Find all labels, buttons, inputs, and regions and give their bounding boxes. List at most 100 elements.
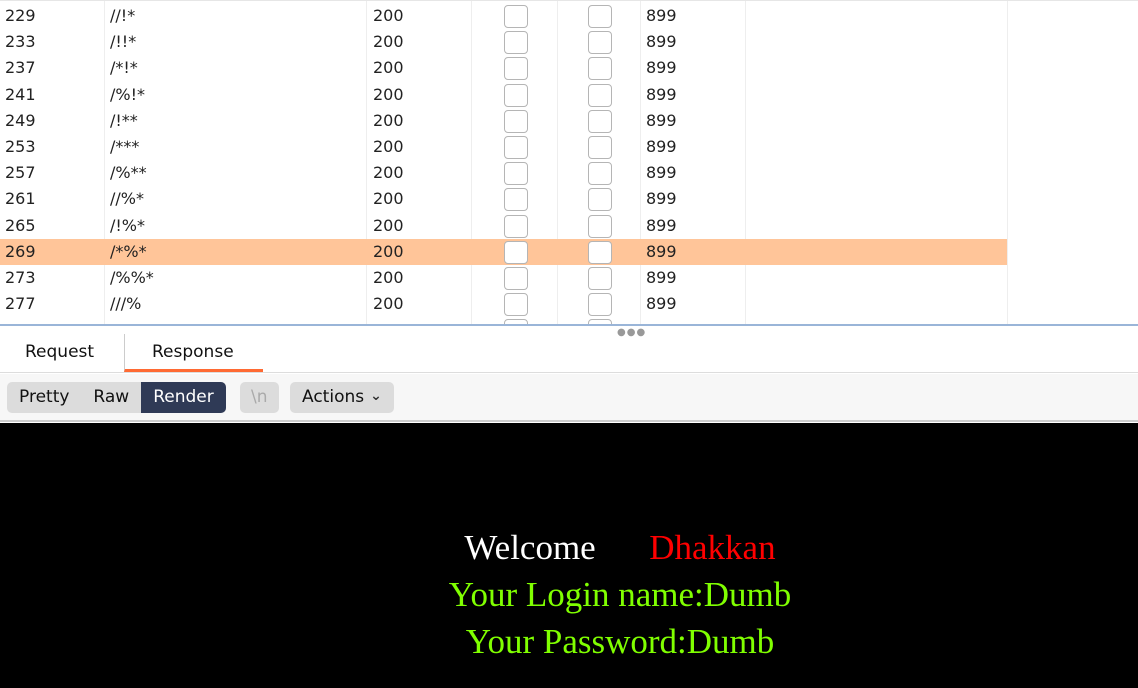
payload: /!%* (110, 215, 146, 235)
timeout-checkbox[interactable] (588, 162, 612, 186)
table-row[interactable]: 253 /*** 200 899 (0, 134, 1138, 160)
response-length: 899 (646, 137, 677, 156)
status-code: 200 (373, 163, 404, 183)
timeout-checkbox[interactable] (588, 109, 612, 133)
table-row[interactable]: 257 /%** 200 899 (0, 160, 1138, 186)
response-length: 899 (646, 189, 677, 209)
status-code: 200 (373, 294, 404, 314)
login-name-text: Your Login name:Dumb (448, 575, 792, 614)
request-id: 277 (5, 294, 36, 314)
payload: /%!* (110, 84, 146, 104)
pretty-button[interactable]: Pretty (7, 382, 81, 413)
status-code: 200 (373, 6, 404, 25)
request-id: 249 (5, 110, 36, 130)
response-length: 899 (646, 84, 677, 104)
chevron-down-icon: ⌄ (370, 388, 382, 404)
request-id: 237 (5, 58, 36, 78)
request-id: 265 (5, 215, 36, 235)
response-toolbar: Pretty Raw Render \n Actions ⌄ (0, 374, 1138, 422)
payload: /%%* (110, 268, 154, 287)
error-checkbox[interactable] (504, 240, 528, 264)
rendered-response: Welcome Dhakkan Your Login name:Dumb You… (0, 423, 1138, 688)
payload: //!* (110, 6, 136, 25)
payload: /*** (110, 137, 140, 156)
payload: ///% (110, 294, 142, 314)
error-checkbox[interactable] (504, 31, 528, 55)
status-code: 200 (373, 110, 404, 130)
request-id: 261 (5, 189, 36, 209)
timeout-checkbox[interactable] (588, 5, 612, 28)
newline-label: \n (251, 387, 268, 407)
timeout-checkbox[interactable] (588, 57, 612, 81)
request-id: 229 (5, 6, 36, 25)
timeout-checkbox[interactable] (588, 136, 612, 159)
request-id: 241 (5, 84, 36, 104)
error-checkbox[interactable] (504, 57, 528, 81)
response-length: 899 (646, 294, 677, 314)
results-table: 229 //!* 200 899 233 /!!* 200 899 237 /*… (0, 0, 1138, 324)
timeout-checkbox[interactable] (588, 240, 612, 264)
response-length: 899 (646, 58, 677, 78)
response-length: 899 (646, 6, 677, 25)
status-code: 200 (373, 268, 404, 287)
error-checkbox[interactable] (504, 136, 528, 159)
error-checkbox[interactable] (504, 188, 528, 212)
status-code: 200 (373, 241, 404, 261)
actions-label: Actions (302, 387, 365, 407)
status-code: 200 (373, 189, 404, 209)
error-checkbox[interactable] (504, 5, 528, 28)
view-mode-group: Pretty Raw Render (7, 382, 226, 413)
error-checkbox[interactable] (504, 109, 528, 133)
request-id: 269 (5, 241, 36, 261)
request-id: 257 (5, 163, 36, 183)
table-row[interactable]: 229 //!* 200 899 (0, 3, 1138, 29)
table-row[interactable]: 273 /%%* 200 899 (0, 265, 1138, 291)
table-row[interactable]: 237 /*!* 200 899 (0, 55, 1138, 81)
response-length: 899 (646, 268, 677, 287)
render-button[interactable]: Render (141, 382, 226, 413)
payload: /%** (110, 163, 147, 183)
timeout-checkbox[interactable] (588, 293, 612, 317)
payload: /*%* (110, 241, 147, 261)
error-checkbox[interactable] (504, 293, 528, 317)
payload: /!!* (110, 32, 137, 52)
error-checkbox[interactable] (504, 83, 528, 107)
request-id: 253 (5, 137, 36, 156)
tab-request[interactable]: Request (25, 334, 94, 372)
timeout-checkbox[interactable] (588, 214, 612, 238)
table-row[interactable]: 277 ///% 200 899 (0, 291, 1138, 317)
error-checkbox[interactable] (504, 267, 528, 290)
welcome-text: Welcome (464, 528, 596, 567)
status-code: 200 (373, 84, 404, 104)
status-code: 200 (373, 215, 404, 235)
payload: /!** (110, 110, 138, 130)
newline-button[interactable]: \n (240, 382, 279, 413)
username-text: Dhakkan (649, 528, 776, 567)
table-row[interactable]: 261 //%* 200 899 (0, 186, 1138, 212)
tab-response[interactable]: Response (124, 334, 263, 372)
timeout-checkbox[interactable] (588, 188, 612, 212)
response-length: 899 (646, 110, 677, 130)
actions-button[interactable]: Actions ⌄ (290, 382, 394, 413)
table-row[interactable]: 241 /%!* 200 899 (0, 82, 1138, 108)
payload: //%* (110, 189, 144, 209)
error-checkbox[interactable] (504, 162, 528, 186)
request-id: 233 (5, 32, 36, 52)
error-checkbox[interactable] (504, 214, 528, 238)
payload: /*!* (110, 58, 138, 78)
timeout-checkbox[interactable] (588, 83, 612, 107)
table-row[interactable]: 265 /!%* 200 899 (0, 213, 1138, 239)
table-row[interactable]: 269 /*%* 200 899 (0, 238, 1138, 265)
timeout-checkbox[interactable] (588, 31, 612, 55)
table-row[interactable]: 249 /!** 200 899 (0, 108, 1138, 134)
pane-splitter[interactable] (0, 324, 1138, 326)
response-length: 899 (646, 163, 677, 183)
response-length: 899 (646, 241, 677, 261)
status-code: 200 (373, 137, 404, 156)
table-row[interactable]: 233 /!!* 200 899 (0, 29, 1138, 55)
status-code: 200 (373, 32, 404, 52)
timeout-checkbox[interactable] (588, 267, 612, 290)
raw-button[interactable]: Raw (81, 382, 141, 413)
status-code: 200 (373, 58, 404, 78)
request-id: 273 (5, 268, 36, 287)
